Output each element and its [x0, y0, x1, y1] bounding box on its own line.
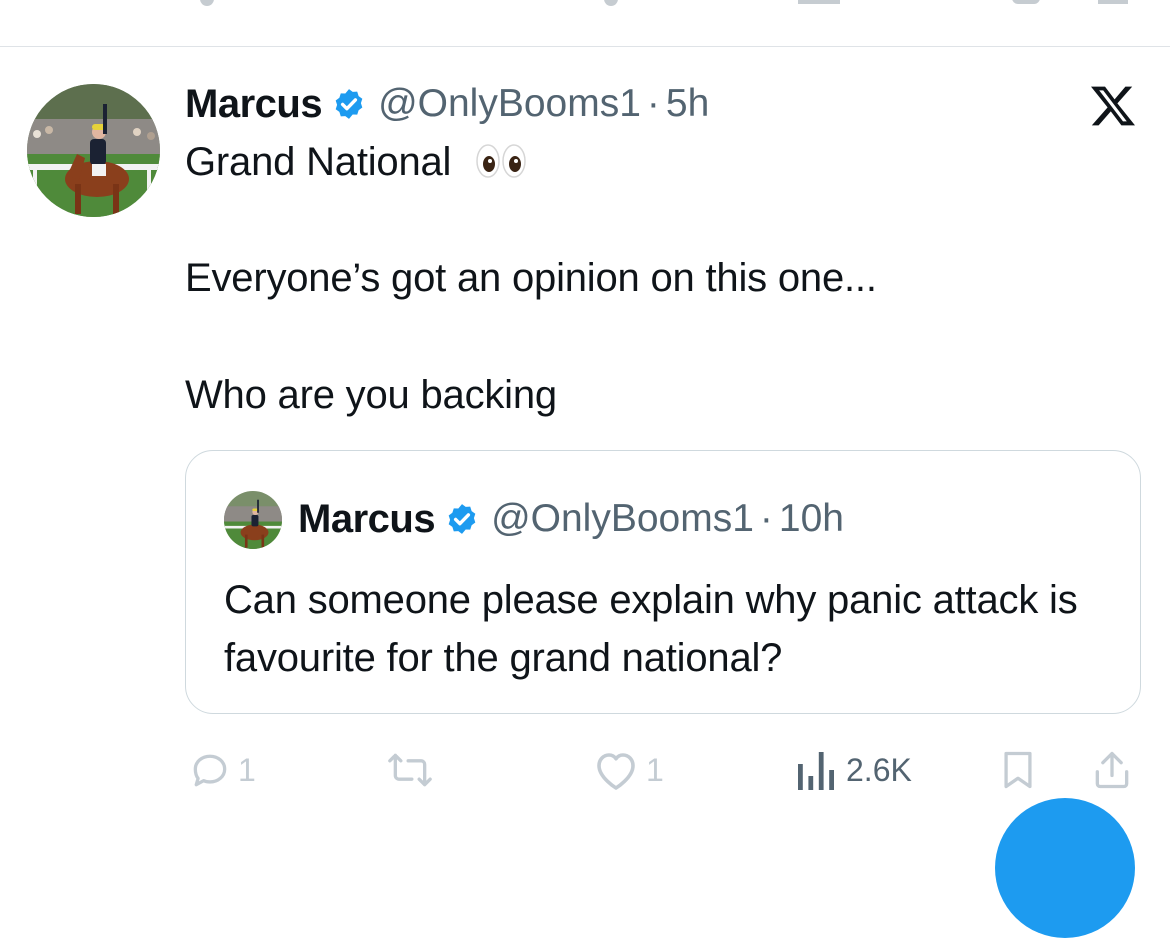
bookmark-icon [996, 747, 1040, 793]
quoted-avatar[interactable] [224, 491, 282, 549]
avatar[interactable] [27, 84, 160, 217]
bookmark-button[interactable] [996, 740, 1040, 800]
like-count: 1 [646, 751, 664, 788]
views-icon [796, 748, 836, 792]
tweet-actions-bar: 1 1 2.6K [0, 740, 1170, 800]
reply-icon [188, 748, 232, 792]
retweet-button[interactable] [385, 740, 435, 800]
reply-button[interactable]: 1 [188, 740, 256, 800]
retweet-icon [385, 748, 435, 792]
divider [0, 46, 1170, 47]
views-count: 2.6K [846, 751, 912, 788]
heart-icon [592, 748, 640, 792]
quoted-timestamp[interactable]: 10h [779, 497, 844, 541]
views-button[interactable]: 2.6K [796, 740, 912, 800]
x-logo-icon [1088, 82, 1138, 130]
timestamp[interactable]: 5h [666, 82, 709, 126]
tweet-text-line-2: Everyone’s got an opinion on this one... [185, 256, 877, 300]
quoted-tweet-text: Can someone please explain why panic att… [224, 578, 1078, 680]
verified-badge-icon [445, 502, 479, 536]
previous-post-toolbar-fragment [0, 0, 1170, 46]
share-icon [1090, 747, 1134, 793]
tweet-header: Marcus @OnlyBooms1 · 5h [185, 80, 709, 128]
like-button[interactable]: 1 [592, 740, 664, 800]
quoted-tweet-card[interactable]: Marcus @OnlyBooms1 · 10h Can someone ple… [185, 450, 1141, 714]
eyes-emoji [476, 144, 526, 179]
compose-button[interactable] [995, 798, 1135, 938]
separator-dot: · [759, 497, 773, 540]
quoted-author-handle[interactable]: @OnlyBooms1 [491, 497, 754, 541]
tweet-text-line-1: Grand National [185, 140, 526, 185]
separator-dot: · [646, 82, 660, 125]
verified-badge-icon [332, 87, 366, 121]
quoted-tweet-header: Marcus @OnlyBooms1 · 10h [298, 495, 844, 543]
share-button[interactable] [1090, 740, 1134, 800]
author-name[interactable]: Marcus [185, 82, 323, 127]
quoted-author-name[interactable]: Marcus [298, 497, 436, 542]
author-handle[interactable]: @OnlyBooms1 [378, 82, 641, 126]
tweet-text-line-3: Who are you backing [185, 373, 557, 417]
tweet-text: Grand National [185, 140, 452, 184]
reply-count: 1 [238, 751, 256, 788]
